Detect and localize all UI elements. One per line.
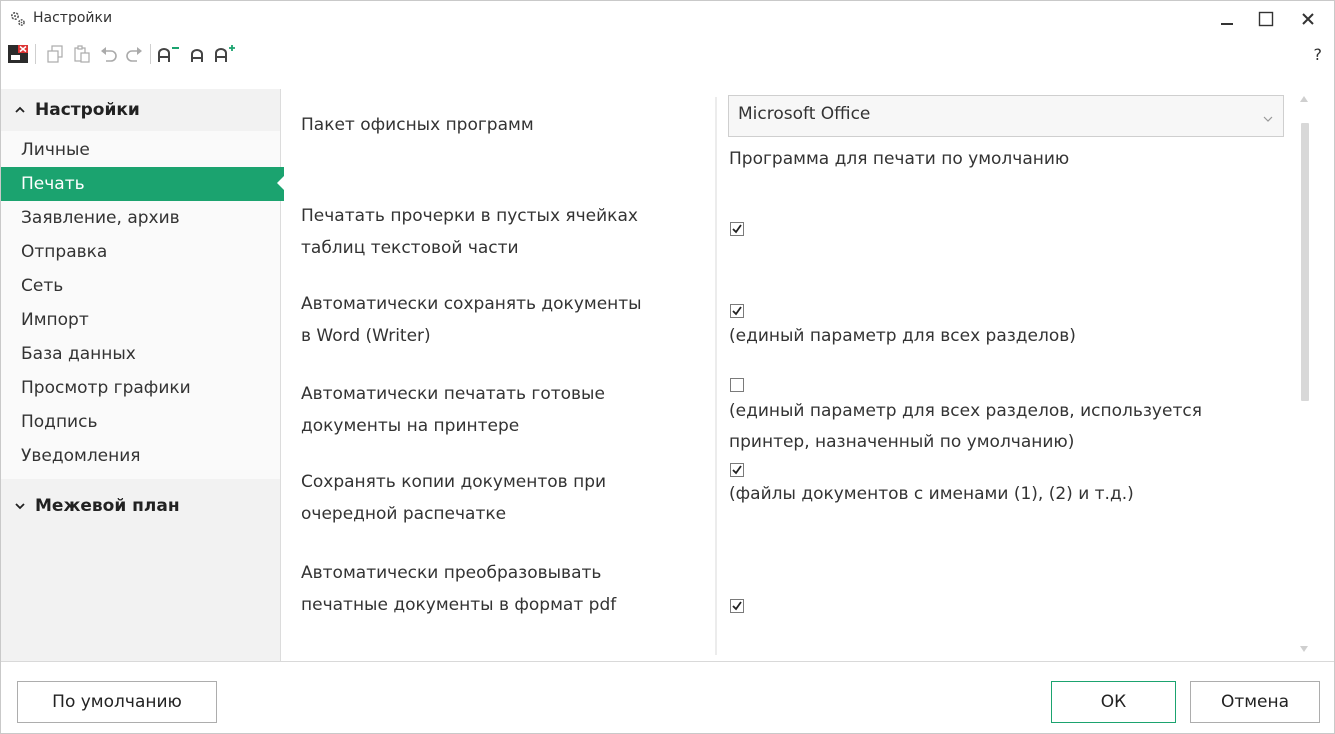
print-dashes-checkbox[interactable] (730, 222, 744, 236)
keep-copies-checkbox[interactable] (730, 463, 744, 477)
sidebar-item-notifications[interactable]: Уведомления (1, 439, 280, 473)
sidebar-item-database[interactable]: База данных (1, 337, 280, 371)
undo-button[interactable] (98, 43, 120, 65)
window-title: Настройки (33, 10, 113, 26)
redo-icon (126, 47, 142, 62)
chevron-up-icon (15, 103, 29, 117)
sidebar-group-label: Межевой план (35, 496, 180, 516)
checkmark-icon (732, 465, 742, 475)
toolbar-separator (150, 44, 151, 64)
dialog-footer: По умолчанию ОК Отмена (1, 661, 1334, 734)
autosave-word-label-line1: Автоматически сохранять документы (301, 294, 642, 314)
font-increase-icon (215, 45, 235, 62)
sidebar-item-print[interactable]: Печать (1, 167, 285, 201)
undo-icon (101, 47, 117, 62)
font-normal-icon (191, 49, 203, 62)
autosave-word-checkbox[interactable] (730, 304, 744, 318)
close-doc-icon (8, 45, 28, 63)
sidebar-item-label: Личные (21, 140, 90, 160)
checkmark-icon (732, 601, 742, 611)
sidebar-item-label: База данных (21, 344, 136, 364)
minimize-button[interactable] (1212, 5, 1242, 33)
font-decrease-icon (158, 47, 179, 62)
maximize-button[interactable] (1251, 5, 1281, 33)
sidebar-item-label: Уведомления (21, 446, 141, 466)
autosave-word-label-line2: в Word (Writer) (301, 326, 431, 346)
help-button[interactable]: ? (1314, 45, 1323, 64)
autosave-word-note: (единый параметр для всех разделов) (729, 326, 1076, 346)
convert-pdf-label-line2: печатные документы в формат pdf (301, 595, 617, 615)
sidebar-item-label: Отправка (21, 242, 108, 262)
font-increase-button[interactable] (214, 43, 236, 65)
checkmark-icon (732, 224, 742, 234)
sidebar-item-label: Просмотр графики (21, 378, 191, 398)
sidebar-group-label: Настройки (35, 100, 140, 120)
cancel-button[interactable]: Отмена (1190, 681, 1320, 723)
keep-copies-label-line1: Сохранять копии документов при (301, 472, 607, 492)
scrollbar-thumb[interactable] (1301, 123, 1309, 401)
sidebar-item-label: Импорт (21, 310, 89, 330)
settings-window: Настройки ? Настройки Личные Печать Заяв… (0, 0, 1335, 734)
sidebar-item-network[interactable]: Сеть (1, 269, 280, 303)
print-dashes-label-line1: Печатать прочерки в пустых ячейках (301, 206, 638, 226)
sidebar-item-label: Подпись (21, 412, 98, 432)
convert-pdf-label-line1: Автоматически преобразовывать (301, 563, 602, 583)
checkmark-icon (732, 306, 742, 316)
chevron-down-icon (15, 499, 29, 513)
title-bar: Настройки (1, 1, 1334, 35)
sidebar-group-settings[interactable]: Настройки (15, 97, 140, 123)
sidebar-item-signature[interactable]: Подпись (1, 405, 280, 439)
scroll-down-icon[interactable] (1297, 643, 1311, 655)
close-icon (1302, 13, 1314, 25)
autoprint-checkbox[interactable] (730, 378, 744, 392)
redo-button[interactable] (123, 43, 145, 65)
office-suite-select[interactable]: Microsoft Office (728, 95, 1284, 137)
sidebar-group-boundary-plan[interactable]: Межевой план (15, 493, 180, 519)
settings-panel: Пакет офисных программ Microsoft Office … (281, 89, 1334, 661)
copy-icon (47, 45, 63, 63)
minimize-icon (1221, 23, 1233, 25)
autoprint-note-line2: принтер, назначенный по умолчанию) (729, 432, 1075, 452)
autoprint-note-line1: (единый параметр для всех разделов, испо… (729, 401, 1202, 421)
office-suite-hint: Программа для печати по умолчанию (729, 149, 1070, 169)
office-suite-value: Microsoft Office (738, 104, 871, 124)
keep-copies-note: (файлы документов с именами (1), (2) и т… (729, 484, 1134, 504)
sidebar-item-application-archive[interactable]: Заявление, архив (1, 201, 280, 235)
sidebar-item-sending[interactable]: Отправка (1, 235, 280, 269)
scroll-up-icon[interactable] (1297, 93, 1311, 105)
toolbar: ? (1, 37, 1334, 71)
font-decrease-button[interactable] (157, 43, 179, 65)
copy-button[interactable] (44, 43, 66, 65)
sidebar: Настройки Личные Печать Заявление, архив… (1, 89, 285, 661)
column-divider (715, 97, 717, 655)
sidebar-item-label: Сеть (21, 276, 64, 296)
toolbar-separator (35, 44, 36, 64)
print-dashes-label-line2: таблиц текстовой части (301, 238, 519, 258)
paste-button[interactable] (71, 43, 93, 65)
close-doc-button[interactable] (7, 43, 29, 65)
defaults-button[interactable]: По умолчанию (17, 681, 217, 723)
sidebar-item-personal[interactable]: Личные (1, 133, 280, 167)
sidebar-item-graphics-view[interactable]: Просмотр графики (1, 371, 280, 405)
font-normal-button[interactable] (187, 43, 209, 65)
autoprint-label-line2: документы на принтере (301, 416, 520, 436)
chevron-down-icon (1263, 108, 1273, 127)
ok-button[interactable]: ОК (1051, 681, 1176, 723)
sidebar-item-import[interactable]: Импорт (1, 303, 280, 337)
close-button[interactable] (1293, 5, 1323, 33)
paste-icon (74, 45, 90, 63)
maximize-icon (1258, 11, 1274, 27)
office-suite-label: Пакет офисных программ (301, 115, 534, 135)
gears-icon (9, 10, 27, 28)
keep-copies-label-line2: очередной распечатке (301, 504, 507, 524)
vertical-scrollbar[interactable] (1297, 93, 1311, 655)
autoprint-label-line1: Автоматически печатать готовые (301, 384, 605, 404)
sidebar-list: Личные Печать Заявление, архив Отправка … (1, 131, 285, 479)
sidebar-item-label: Заявление, архив (21, 208, 180, 228)
convert-pdf-checkbox[interactable] (730, 599, 744, 613)
sidebar-item-label: Печать (21, 174, 85, 194)
